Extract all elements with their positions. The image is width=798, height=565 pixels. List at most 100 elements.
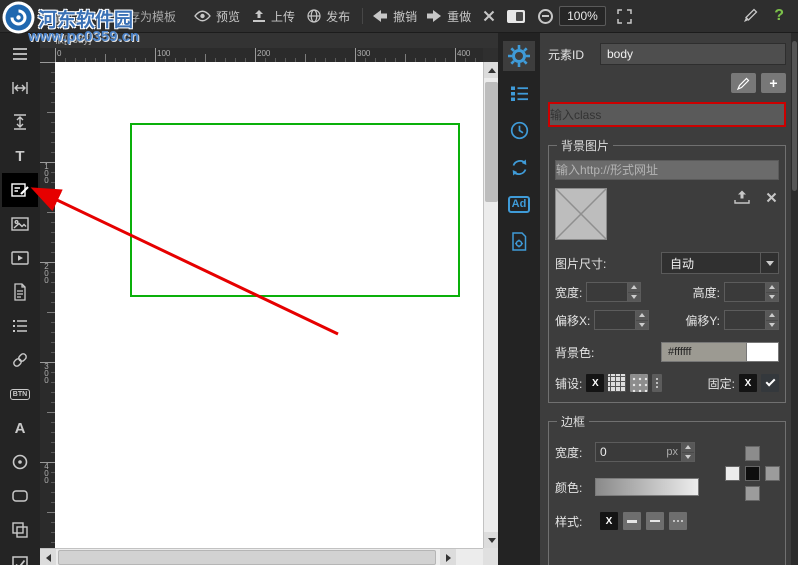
- upload-button[interactable]: 上传: [252, 8, 295, 25]
- border-style-dotted-button[interactable]: [669, 512, 687, 530]
- tool-form-selected[interactable]: [2, 173, 38, 207]
- scroll-right-button[interactable]: [440, 549, 456, 565]
- spin-down-button[interactable]: [636, 320, 648, 330]
- crop-icon: [617, 9, 632, 24]
- resize-canvas-button[interactable]: [617, 9, 632, 24]
- upload-image-button[interactable]: [734, 190, 750, 204]
- width-input[interactable]: [587, 283, 627, 301]
- preview-button[interactable]: 预览: [194, 8, 240, 25]
- tile-repeat-button[interactable]: [608, 374, 626, 392]
- add-class-button[interactable]: +: [761, 73, 786, 93]
- border-width-unit: px: [663, 446, 681, 458]
- tab-ad[interactable]: Ad: [503, 189, 535, 219]
- edit-class-button[interactable]: [731, 73, 756, 93]
- panel-toggle-button[interactable]: [507, 10, 525, 23]
- design-canvas[interactable]: [55, 62, 483, 548]
- tab-settings[interactable]: [503, 41, 535, 71]
- zoom-level[interactable]: 100%: [559, 6, 606, 26]
- tab-layout-list[interactable]: [503, 78, 535, 108]
- border-side-right-button[interactable]: [765, 466, 780, 481]
- spin-down-button[interactable]: [628, 292, 640, 302]
- tool-text[interactable]: T: [2, 139, 38, 173]
- image-size-row: 图片尺寸: 自动: [555, 252, 779, 274]
- panel-scroll-thumb[interactable]: [792, 41, 797, 191]
- panel-toggle-icon: [507, 10, 525, 23]
- list-icon: [10, 316, 30, 336]
- spin-down-button[interactable]: [682, 452, 694, 462]
- border-style-solid-button[interactable]: [623, 512, 641, 530]
- fixed-none-button[interactable]: X: [739, 374, 757, 392]
- border-width-input[interactable]: [596, 443, 663, 461]
- tool-circle[interactable]: [2, 445, 38, 479]
- zoom-out-button[interactable]: [538, 9, 553, 24]
- remove-image-button[interactable]: [766, 192, 777, 203]
- undo-button[interactable]: 撤销: [372, 8, 417, 25]
- pen-icon: [742, 8, 758, 24]
- offset-x-input[interactable]: [595, 311, 635, 329]
- spin-up-button[interactable]: [628, 283, 640, 292]
- tool-width[interactable]: [2, 71, 38, 105]
- spin-down-button[interactable]: [766, 292, 778, 302]
- tool-video[interactable]: [2, 241, 38, 275]
- tool-image[interactable]: [2, 207, 38, 241]
- pen-tool-button[interactable]: [742, 8, 758, 24]
- width-label: 宽度:: [555, 284, 582, 301]
- spin-up-button[interactable]: [766, 283, 778, 292]
- tile-none-button[interactable]: X: [586, 374, 604, 392]
- tool-link[interactable]: [2, 343, 38, 377]
- tab-transform[interactable]: [503, 152, 535, 182]
- element-id-input[interactable]: [600, 43, 786, 65]
- fixed-check-button[interactable]: [761, 374, 779, 392]
- vertical-scroll-thumb[interactable]: [485, 82, 498, 202]
- horizontal-scroll-thumb[interactable]: [58, 550, 436, 565]
- element-id-row: 元素ID: [548, 43, 786, 65]
- publish-button[interactable]: 发布: [307, 8, 350, 25]
- redo-button[interactable]: 重做: [426, 8, 471, 25]
- spin-down-button[interactable]: [766, 320, 778, 330]
- help-button[interactable]: ?: [774, 7, 784, 25]
- height-input[interactable]: [725, 283, 765, 301]
- vertical-scrollbar[interactable]: [483, 62, 498, 548]
- ruler-label: 300: [357, 49, 370, 58]
- tool-anchor[interactable]: A: [2, 411, 38, 445]
- spin-up-button[interactable]: [636, 311, 648, 320]
- class-input[interactable]: [548, 102, 786, 127]
- background-color-control[interactable]: #ffffff: [661, 342, 779, 362]
- ruler-label: 0: [57, 49, 61, 58]
- close-button[interactable]: [483, 10, 495, 22]
- tool-rectangle[interactable]: [2, 479, 38, 513]
- border-color-bar[interactable]: [595, 478, 699, 496]
- tool-list[interactable]: [2, 309, 38, 343]
- ruler-label: 400: [457, 49, 470, 58]
- tile-more-button[interactable]: [652, 374, 662, 392]
- ad-icon: Ad: [508, 196, 531, 213]
- border-side-left-button[interactable]: [725, 466, 740, 481]
- tool-layers[interactable]: [2, 513, 38, 547]
- tool-page[interactable]: [2, 275, 38, 309]
- image-size-select[interactable]: 自动: [661, 252, 779, 274]
- canvas-element-outline[interactable]: [130, 123, 460, 297]
- tool-button[interactable]: BTN: [2, 377, 38, 411]
- offset-y-input[interactable]: [725, 311, 765, 329]
- border-style-dashed-button[interactable]: [646, 512, 664, 530]
- horizontal-scrollbar[interactable]: [40, 548, 483, 565]
- rotate-icon: [509, 157, 530, 178]
- scroll-left-button[interactable]: [40, 549, 56, 565]
- panel-scrollbar[interactable]: [791, 33, 798, 565]
- scroll-down-button[interactable]: [484, 532, 499, 548]
- tool-height[interactable]: [2, 105, 38, 139]
- border-side-all-button[interactable]: [745, 466, 760, 481]
- border-style-none-button[interactable]: X: [600, 512, 618, 530]
- ruler-corner: [40, 48, 55, 62]
- tab-timeline[interactable]: [503, 115, 535, 145]
- tile-pattern-button[interactable]: [630, 374, 648, 392]
- tab-page-settings[interactable]: [503, 226, 535, 256]
- spin-up-button[interactable]: [682, 443, 694, 452]
- border-side-bottom-button[interactable]: [745, 486, 760, 501]
- scroll-up-button[interactable]: [484, 62, 499, 78]
- tool-checkbox[interactable]: [2, 547, 38, 565]
- background-url-input[interactable]: [555, 160, 779, 180]
- border-side-top-button[interactable]: [745, 446, 760, 461]
- spin-up-button[interactable]: [766, 311, 778, 320]
- background-color-swatch[interactable]: [746, 343, 778, 361]
